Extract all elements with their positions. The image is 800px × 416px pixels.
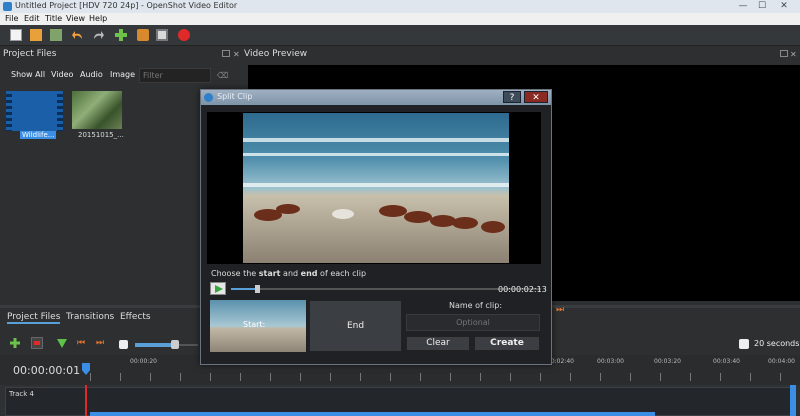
- menu-edit[interactable]: Edit: [24, 14, 40, 23]
- export-video-icon[interactable]: [178, 29, 190, 41]
- minimize-button[interactable]: —: [735, 1, 751, 11]
- clear-button[interactable]: Clear: [406, 336, 470, 351]
- float-panel-icon[interactable]: [780, 50, 788, 57]
- main-toolbar: [0, 25, 800, 46]
- menu-bar: File Edit Title View Help: [0, 13, 800, 25]
- zoom-checkbox[interactable]: [119, 340, 128, 349]
- play-icon: [215, 285, 223, 293]
- filter-input[interactable]: [139, 68, 211, 83]
- zoom-seconds-checkbox[interactable]: [739, 339, 749, 349]
- clip-name-label: Name of clip:: [449, 301, 503, 310]
- clip-preview-frame: [243, 113, 509, 263]
- timeline-timecode: 00:00:00:01: [13, 364, 81, 377]
- ruler-tick-label: 00:03:20: [654, 358, 681, 365]
- filter-audio[interactable]: Audio: [80, 70, 103, 82]
- open-project-icon[interactable]: [30, 29, 42, 41]
- window-titlebar: Untitled Project [HDV 720 24p] - OpenSho…: [0, 0, 800, 13]
- menu-help[interactable]: Help: [89, 14, 107, 23]
- dialog-title: Split Clip: [217, 92, 253, 101]
- next-marker-icon[interactable]: ⏭: [556, 305, 564, 315]
- split-instructions: Choose the start and end of each clip: [211, 269, 367, 278]
- file-label-selected: Wildlife...: [20, 131, 57, 139]
- next-marker-icon[interactable]: ⏭: [96, 338, 104, 348]
- film-strip-icon: [57, 91, 63, 131]
- start-thumbnail-button[interactable]: Start:: [210, 300, 306, 352]
- tab-project-files[interactable]: Project Files: [7, 312, 61, 324]
- start-label: Start:: [243, 320, 266, 329]
- timeline-scrollbar[interactable]: [90, 412, 655, 416]
- video-preview-title: Video Preview: [244, 49, 308, 59]
- zoom-slider-handle[interactable]: [171, 340, 179, 349]
- openshot-logo-icon: [3, 2, 12, 11]
- menu-file[interactable]: File: [5, 14, 18, 23]
- previous-marker-icon[interactable]: ⏮: [77, 338, 85, 348]
- zoom-level-label: 20 seconds: [754, 339, 800, 348]
- filter-image[interactable]: Image: [110, 70, 135, 82]
- end-button[interactable]: End: [309, 300, 402, 352]
- dialog-titlebar[interactable]: Split Clip ? ✕: [201, 90, 551, 105]
- help-button[interactable]: ?: [503, 91, 521, 103]
- clear-filter-icon[interactable]: ⌫: [217, 71, 228, 80]
- close-dialog-button[interactable]: ✕: [524, 91, 548, 103]
- close-window-button[interactable]: ✕: [776, 1, 792, 11]
- maximize-button[interactable]: ☐: [754, 1, 770, 11]
- close-panel-icon[interactable]: ✕: [790, 50, 797, 59]
- fullscreen-icon[interactable]: [156, 29, 168, 41]
- ruler-tick-label: 00:03:00: [597, 358, 624, 365]
- ruler-tick-label: 00:04:00: [768, 358, 795, 365]
- undo-icon[interactable]: [72, 29, 84, 41]
- file-thumbnail-video[interactable]: [6, 91, 63, 131]
- file-label: 20151015_...: [78, 131, 124, 139]
- clip-name-input[interactable]: [406, 314, 540, 331]
- clip-preview: [207, 112, 541, 264]
- play-button[interactable]: [210, 282, 226, 295]
- ruler-tick-label: 00:03:40: [713, 358, 740, 365]
- filter-show-all[interactable]: Show All: [11, 70, 45, 82]
- openshot-logo-icon: [204, 93, 213, 102]
- float-panel-icon[interactable]: [222, 50, 230, 57]
- create-button[interactable]: Create: [474, 336, 540, 351]
- new-project-icon[interactable]: [10, 29, 22, 41]
- vertical-scrollbar[interactable]: [790, 385, 796, 416]
- close-panel-icon[interactable]: ✕: [233, 50, 240, 59]
- menu-view[interactable]: View: [66, 14, 85, 23]
- track-name: Track 4: [9, 390, 34, 398]
- snapping-icon[interactable]: [31, 337, 43, 349]
- clip-timecode: 00:00:02:13: [498, 285, 547, 294]
- clip-slider-fill: [231, 288, 257, 290]
- split-clip-dialog: Split Clip ? ✕ Choose the start and end …: [200, 89, 552, 365]
- save-project-icon[interactable]: [50, 29, 62, 41]
- menu-title[interactable]: Title: [45, 14, 62, 23]
- playhead-line: [85, 385, 87, 416]
- window-title: Untitled Project [HDV 720 24p] - OpenSho…: [15, 1, 238, 10]
- tab-effects[interactable]: Effects: [120, 312, 151, 322]
- import-files-icon[interactable]: [115, 29, 127, 41]
- playhead-handle[interactable]: [82, 363, 90, 375]
- ruler-tick-label: 00:00:20: [130, 358, 157, 365]
- choose-profile-icon[interactable]: [137, 29, 149, 41]
- filter-video[interactable]: Video: [51, 70, 73, 82]
- zoom-slider-fill: [135, 343, 175, 347]
- add-track-icon[interactable]: [10, 338, 20, 348]
- clip-slider-handle[interactable]: [255, 285, 260, 293]
- redo-icon[interactable]: [92, 29, 104, 41]
- file-thumbnail-image[interactable]: [72, 91, 122, 129]
- ruler-ticks: [90, 373, 800, 381]
- track-area: Track 4: [0, 385, 800, 416]
- project-files-title: Project Files: [3, 49, 57, 59]
- add-marker-icon[interactable]: [57, 339, 67, 348]
- tab-transitions[interactable]: Transitions: [66, 312, 114, 322]
- film-strip-icon: [6, 91, 12, 131]
